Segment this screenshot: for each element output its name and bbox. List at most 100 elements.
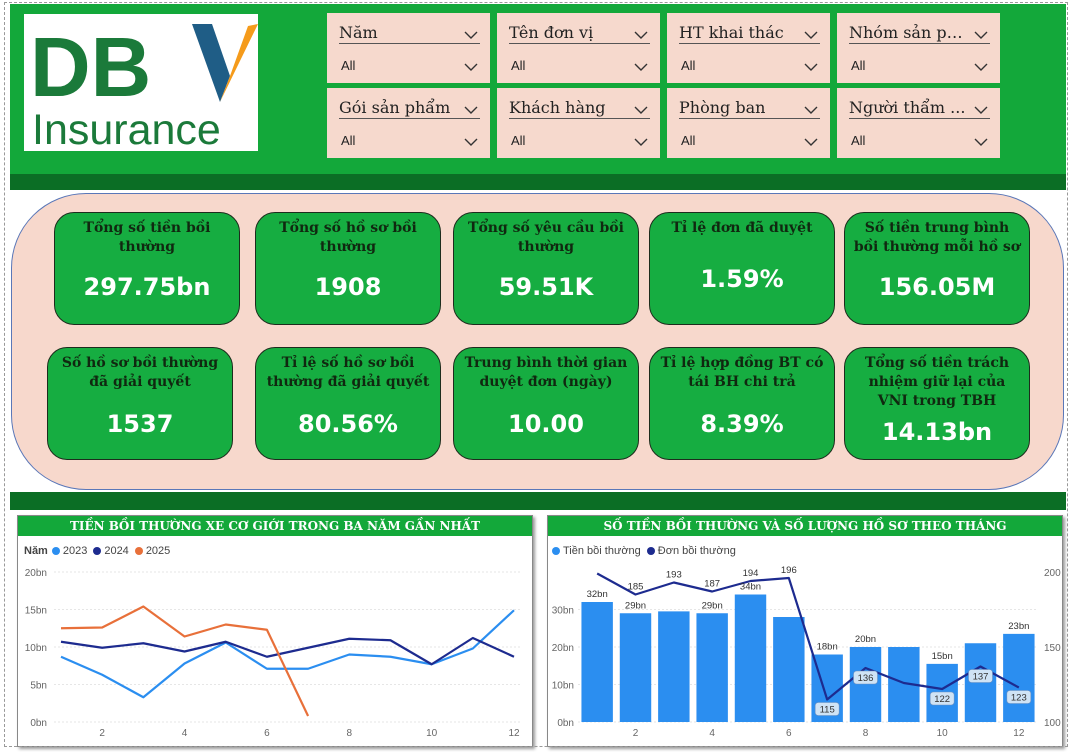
logo-v-accent <box>220 24 258 102</box>
chevron-down-icon[interactable] <box>974 25 988 44</box>
dbv-insurance-logo: DB Insurance <box>24 14 258 154</box>
kpi-value: 59.51K <box>498 273 594 301</box>
slicer-filter[interactable]: HT khai thác All <box>667 13 830 83</box>
slicer-title: HT khai thác <box>679 23 820 44</box>
kpi-card[interactable]: Số hồ sơ bồi thường đã giải quyết 1537 <box>47 347 233 460</box>
kpi-label: Tổng số hồ sơ bồi thường <box>279 220 417 255</box>
kpi-card[interactable]: Tỉ lệ đơn đã duyệt 1.59% <box>649 212 835 325</box>
slicer-filter[interactable]: Phòng ban All <box>667 88 830 158</box>
bar[interactable] <box>581 602 613 722</box>
chevron-down-icon[interactable] <box>634 132 648 151</box>
slicer-value[interactable]: All <box>681 133 695 148</box>
y-left-tick-label: 30bn <box>552 606 574 617</box>
bar[interactable] <box>619 613 652 722</box>
combo-chart[interactable]: 0bn 10bn 20bn 30bn 100 150 200 2 4 6 8 10 12 32bn 29bn… <box>548 516 1064 748</box>
y-left-tick-label: 20bn <box>552 643 574 654</box>
kpi-value: 1537 <box>106 410 174 438</box>
slicer-filter[interactable]: Người thẩm ... All <box>837 88 1000 158</box>
kpi-label: Trung bình thời gian duyệt đơn (ngày) <box>464 355 628 390</box>
chevron-down-icon[interactable] <box>634 57 648 76</box>
line-data-label: 196 <box>781 565 797 576</box>
slicer-filter[interactable]: Tên đơn vị All <box>497 13 660 83</box>
slicer-filter[interactable]: Gói sản phẩm All <box>327 88 490 158</box>
combo-chart-card[interactable]: SỐ TIỀN BỒI THƯỜNG VÀ SỐ LƯỢNG HỒ SƠ THE… <box>547 515 1063 747</box>
kpi-card[interactable]: Tổng số yêu cầu bồi thường 59.51K <box>453 212 639 325</box>
line-data-label: 136 <box>858 673 874 684</box>
slicer-title: Nhóm sản ph... <box>849 23 990 44</box>
chevron-down-icon[interactable] <box>464 25 478 44</box>
bar-data-label: 32bn <box>587 589 608 600</box>
kpi-card[interactable]: Tổng số tiền trách nhiệm giữ lại của VNI… <box>844 347 1030 460</box>
line-chart-card[interactable]: TIỀN BỒI THƯỜNG XE CƠ GIỚI TRONG BA NĂM … <box>17 515 533 747</box>
bar[interactable] <box>1003 633 1035 722</box>
chevron-down-icon[interactable] <box>634 100 648 119</box>
slicer-value[interactable]: All <box>341 58 355 73</box>
chevron-down-icon[interactable] <box>974 132 988 151</box>
slicer-title: Tên đơn vị <box>509 23 650 44</box>
bar[interactable] <box>849 647 882 722</box>
bar[interactable] <box>773 617 805 722</box>
kpi-value: 80.56% <box>298 410 398 438</box>
chevron-down-icon[interactable] <box>634 25 648 44</box>
slicer-filter[interactable]: Năm All <box>327 13 490 83</box>
slicer-filter[interactable]: Khách hàng All <box>497 88 660 158</box>
chevron-down-icon[interactable] <box>464 100 478 119</box>
chevron-down-icon[interactable] <box>974 57 988 76</box>
kpi-card[interactable]: Tổng số hồ sơ bồi thường 1908 <box>255 212 441 325</box>
chevron-down-icon[interactable] <box>464 132 478 151</box>
kpi-value: 8.39% <box>700 410 784 438</box>
slicer-value[interactable]: All <box>511 58 525 73</box>
kpi-label: Tỉ lệ số hồ sơ bồi thường đã giải quyết <box>266 355 430 390</box>
kpi-card[interactable]: Trung bình thời gian duyệt đơn (ngày) 10.… <box>453 347 639 460</box>
kpi-label: Số hồ sơ bồi thường đã giải quyết <box>61 355 219 390</box>
chevron-down-icon[interactable] <box>804 25 818 44</box>
series-line-2024[interactable] <box>60 636 515 666</box>
kpi-label: Tỉ lệ đơn đã duyệt <box>671 220 813 236</box>
slicer-value[interactable]: All <box>341 133 355 148</box>
x-tick-label: 6 <box>786 728 792 739</box>
chevron-down-icon[interactable] <box>974 100 988 119</box>
slicer-title: Năm <box>339 23 480 44</box>
slicer-title: Gói sản phẩm <box>339 98 480 119</box>
kpi-value: 1.59% <box>700 265 784 293</box>
slicer-value[interactable]: All <box>511 133 525 148</box>
x-tick-label: 12 <box>1013 728 1025 739</box>
line-data-label: 115 <box>820 705 835 716</box>
bar-data-label: 18bn <box>817 642 838 653</box>
kpi-value: 1908 <box>314 273 382 301</box>
x-tick-label: 10 <box>937 728 949 739</box>
slicer-value[interactable]: All <box>681 58 695 73</box>
line-data-label: 194 <box>743 568 759 579</box>
series-line-2025[interactable] <box>60 605 310 717</box>
bar[interactable] <box>658 611 690 722</box>
kpi-card[interactable]: Số tiền trung bình bồi thường mỗi hồ sơ 1… <box>844 212 1030 325</box>
kpi-card[interactable]: Tổng số tiền bồi thường 297.75bn <box>54 212 240 325</box>
x-tick-label: 12 <box>508 728 520 739</box>
kpi-value: 14.13bn <box>881 418 993 446</box>
kpi-value: 156.05M <box>878 273 996 301</box>
x-tick-label: 2 <box>99 728 105 739</box>
chevron-down-icon[interactable] <box>804 132 818 151</box>
bar-data-label: 29bn <box>702 600 723 611</box>
kpi-label: Số tiền trung bình bồi thường mỗi hồ sơ <box>853 220 1021 255</box>
line-chart[interactable]: 0bn 5bn 10bn 15bn 20bn 2 4 6 8 10 12 <box>18 516 534 748</box>
slicer-value[interactable]: All <box>851 133 865 148</box>
bar-data-label: 34bn <box>740 582 761 593</box>
kpi-value: 10.00 <box>508 410 584 438</box>
kpi-label: Tổng số yêu cầu bồi thường <box>468 220 624 255</box>
line-data-label: 187 <box>704 579 720 590</box>
slicer-filter[interactable]: Nhóm sản ph... All <box>837 13 1000 83</box>
chevron-down-icon[interactable] <box>464 57 478 76</box>
chevron-down-icon[interactable] <box>804 100 818 119</box>
bar[interactable] <box>734 594 767 723</box>
bar[interactable] <box>696 613 728 722</box>
kpi-card[interactable]: Tỉ lệ hợp đồng BT có tái BH chi trả 8.39% <box>649 347 835 460</box>
slicer-value[interactable]: All <box>851 58 865 73</box>
kpi-card[interactable]: Tỉ lệ số hồ sơ bồi thường đã giải quyết 8… <box>255 347 441 460</box>
slicer-title: Người thẩm ... <box>849 98 990 119</box>
x-tick-label: 4 <box>182 728 188 739</box>
y-right-tick-label: 150 <box>1044 643 1061 654</box>
slicer-title: Phòng ban <box>679 98 820 119</box>
y-tick-label: 5bn <box>30 681 47 692</box>
chevron-down-icon[interactable] <box>804 57 818 76</box>
